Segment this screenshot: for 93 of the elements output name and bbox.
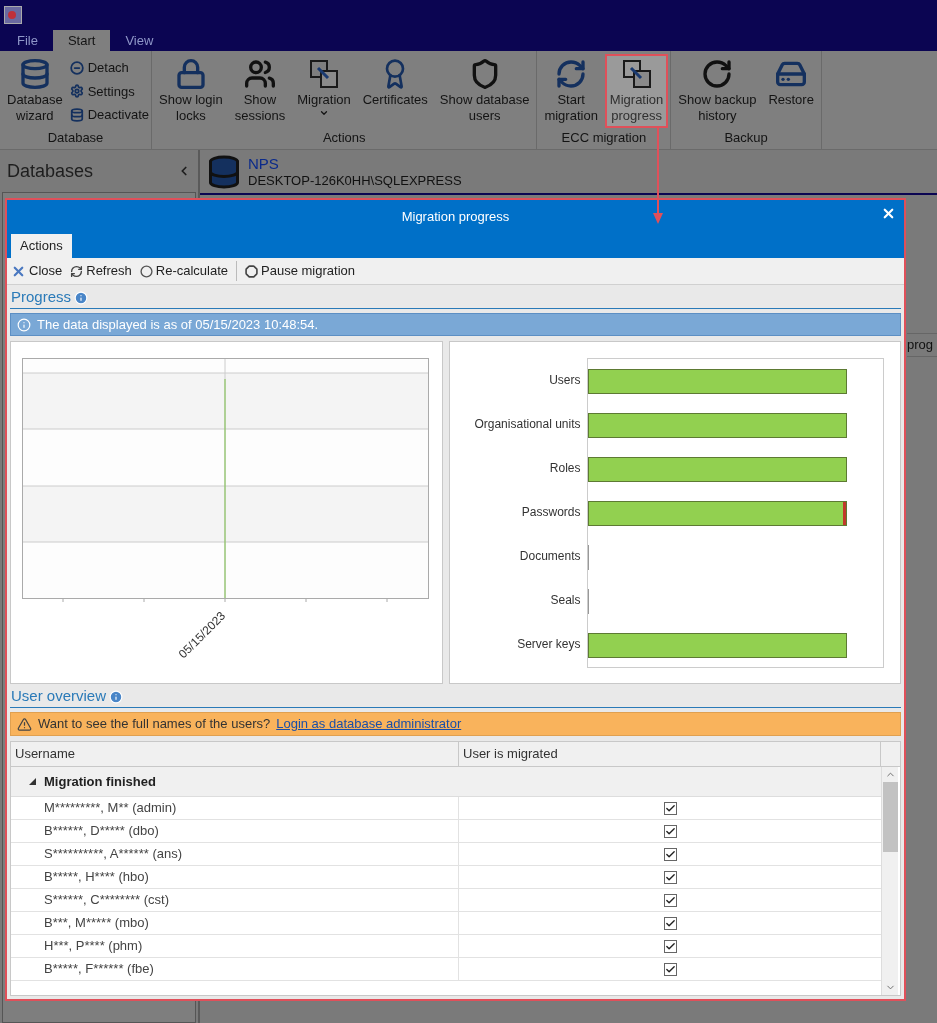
ribbon-button[interactable]: Show login locks [154, 54, 228, 128]
username-cell: S**********, A****** (ans) [41, 843, 459, 865]
server-name: DESKTOP-126K0HH\SQLEXPRESS [248, 172, 462, 189]
toolbar-button[interactable]: Close [11, 261, 63, 281]
check-icon [664, 871, 676, 883]
settings-icon [69, 84, 84, 99]
dialog-title: Migration progress [401, 208, 510, 227]
migration-icon [620, 58, 653, 90]
lock-icon [174, 58, 207, 90]
check-icon [664, 917, 676, 929]
warning-text: Want to see the full names of the users? [38, 715, 271, 734]
section-title: Progress [11, 287, 72, 308]
column-header[interactable]: Username [11, 742, 459, 766]
ribbon-button[interactable]: Settings [69, 81, 150, 101]
toolbar-button[interactable]: Re-calculate [139, 261, 229, 281]
check-icon [664, 802, 676, 814]
warning-icon [17, 716, 32, 732]
info-icon [74, 290, 89, 305]
ribbon-button[interactable]: Migration progress [604, 54, 669, 128]
refresh-icon [70, 264, 84, 278]
checkbox[interactable] [663, 962, 677, 976]
info-icon [109, 689, 124, 704]
database-icon [18, 58, 51, 90]
info-icon [17, 317, 31, 332]
ribbon-button[interactable]: Detach [69, 58, 150, 78]
close-icon [881, 206, 896, 221]
group-row[interactable]: Migration finished [11, 767, 881, 797]
ribbon-button[interactable]: Show sessions [229, 54, 291, 128]
username-cell: H***, P**** (phm) [41, 935, 459, 957]
ribbon-button[interactable]: Start migration [539, 54, 603, 128]
checkbox[interactable] [663, 801, 677, 815]
ribbon-button[interactable]: Database wizard [2, 54, 68, 128]
category-label: Users [549, 372, 581, 389]
database-icon [206, 153, 242, 190]
category-label: Roles [549, 460, 581, 477]
group-label: Backup [723, 129, 769, 147]
stop-icon [245, 264, 259, 278]
scrollbar[interactable] [881, 767, 898, 995]
history-icon [701, 58, 734, 90]
check-icon [664, 825, 676, 837]
username-cell: B*****, F****** (fbe) [41, 958, 459, 980]
checkbox[interactable] [663, 939, 677, 953]
ribbon-button[interactable]: Certificates [357, 54, 433, 128]
checkbox[interactable] [663, 847, 677, 861]
tab[interactable]: Actions [11, 234, 72, 258]
category-label: Documents [519, 548, 581, 565]
section-title: User overview [11, 686, 107, 707]
menu-tab[interactable]: View [110, 30, 169, 51]
group-label: Actions [321, 129, 367, 147]
migration-icon [308, 58, 340, 90]
checkbox[interactable] [663, 916, 677, 930]
circle-icon [139, 264, 153, 278]
table-cell-text: prog [907, 336, 934, 355]
checkbox[interactable] [663, 824, 677, 838]
refresh-icon [555, 58, 588, 90]
minus-icon [69, 60, 84, 75]
toolbar-button[interactable]: Pause migration [236, 261, 355, 281]
ribbon-button[interactable]: Migration [292, 54, 356, 128]
expanded-icon [29, 778, 36, 785]
check-icon [664, 963, 676, 975]
sidebar-title: Databases [7, 159, 94, 183]
category-label: Organisational units [474, 416, 581, 433]
group-label: ECC migration [560, 129, 648, 147]
username-cell: M*********, M** (admin) [41, 797, 459, 819]
ribbon-button[interactable]: Deactivate [69, 105, 150, 125]
login-link[interactable]: Login as database administrator [276, 714, 462, 734]
column-header[interactable]: User is migrated [459, 742, 881, 766]
menu-tab[interactable]: File [2, 30, 53, 51]
database-icon [69, 107, 84, 122]
category-label: Seals [550, 592, 581, 609]
close-button[interactable] [881, 206, 896, 221]
app-logo-icon [4, 6, 22, 24]
database-name: NPS [248, 154, 280, 173]
caret-icon [319, 108, 329, 118]
checkbox[interactable] [663, 870, 677, 884]
toolbar-button[interactable]: Refresh [70, 261, 132, 281]
category-label: Passwords [521, 504, 581, 521]
ribbon-button[interactable]: Show database users [434, 54, 535, 128]
users-icon [243, 58, 276, 90]
menu-tab[interactable]: Start [52, 30, 111, 51]
checkbox[interactable] [663, 893, 677, 907]
check-icon [664, 848, 676, 860]
info-text: The data displayed is as of 05/15/2023 10:48:54. [37, 315, 319, 334]
username-cell: B******, D***** (dbo) [41, 820, 459, 842]
username-cell: B***, M***** (mbo) [41, 912, 459, 934]
check-icon [664, 940, 676, 952]
category-label: Server keys [517, 636, 581, 653]
ribbon-button[interactable]: Show backup history [673, 54, 762, 128]
username-cell: B*****, H**** (hbo) [41, 866, 459, 888]
check-icon [664, 894, 676, 906]
group-label: Database [46, 129, 105, 147]
ribbon-button[interactable]: Restore [763, 54, 819, 128]
username-cell: S******, C******** (cst) [41, 889, 459, 911]
